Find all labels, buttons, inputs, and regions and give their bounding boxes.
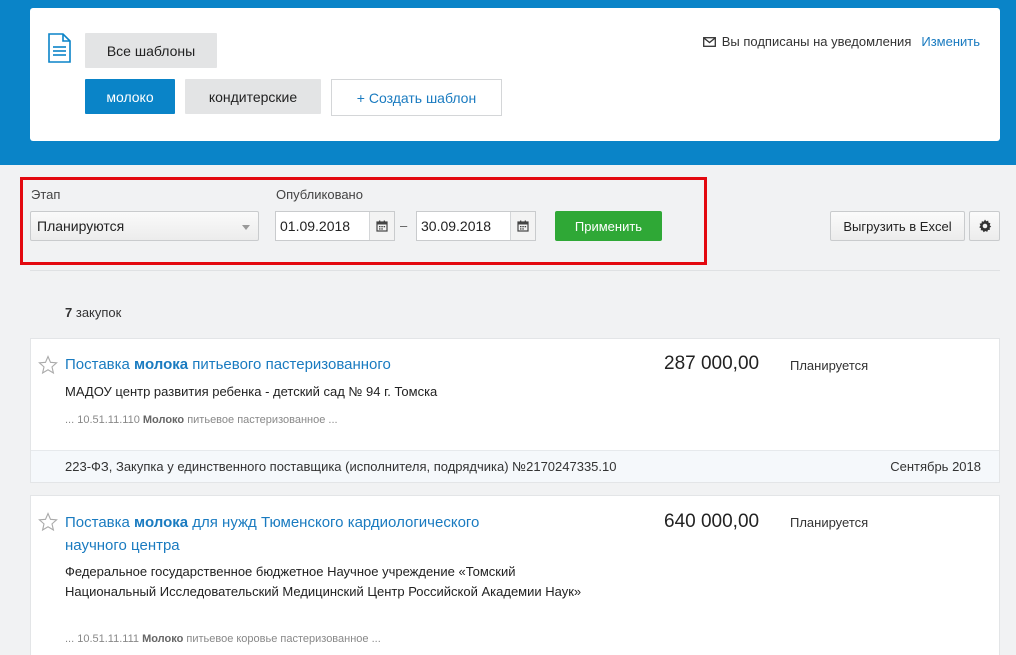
all-templates-button[interactable]: Все шаблоны [85,33,217,68]
purchase-price: 287 000,00 [664,353,760,374]
date-to-field[interactable]: 30.09.2018 [416,211,536,241]
document-icon [48,33,71,63]
purchase-okpd-code: ... 10.51.11.110 Молоко питьевое пастери… [65,414,338,426]
export-excel-button[interactable]: Выгрузить в Excel [830,211,965,241]
divider [30,270,1000,271]
calendar-icon[interactable] [369,212,394,240]
create-template-button[interactable]: + Создать шаблон [331,79,502,116]
purchase-status: Планируется [790,358,869,373]
results-count-text: закупок [75,305,122,320]
results-count: 7 закупок [65,305,121,320]
purchase-law-info: 223-ФЗ, Закупка у единственного поставщи… [65,459,617,474]
purchase-title-link[interactable]: Поставка молока питьевого пастеризованно… [65,353,625,376]
mail-icon [702,36,716,47]
stage-select-value: Планируются [37,218,125,234]
date-range-separator: – [400,218,408,233]
templates-panel: Все шаблоны молоко кондитерские + Создат… [30,8,1000,141]
date-to-value: 30.09.2018 [421,218,492,234]
settings-button[interactable] [969,211,1000,241]
purchase-month: Сентябрь 2018 [890,459,981,474]
apply-button[interactable]: Применить [555,211,662,241]
chevron-down-icon [242,225,250,230]
template-tag-milk[interactable]: молоко [85,79,175,114]
calendar-icon[interactable] [510,212,535,240]
published-label: Опубликовано [276,187,363,202]
purchase-title-link[interactable]: Поставка молока для нужд Тюменского кард… [65,511,535,557]
star-icon[interactable] [38,512,58,532]
subscription-status: Вы подписаны на уведомления Изменить [702,34,980,49]
purchase-card: Поставка молока питьевого пастеризованно… [30,338,1000,483]
gear-icon [978,219,991,233]
results-count-number: 7 [65,305,73,320]
purchase-okpd-code: ... 10.51.11.111 Молоко питьевое коровье… [65,633,381,645]
purchase-customer: Федеральное государственное бюджетное На… [65,564,582,599]
purchase-price: 640 000,00 [664,511,760,532]
subscription-text: Вы подписаны на уведомления [721,34,912,49]
template-tag-confectionery[interactable]: кондитерские [185,79,321,114]
change-subscription-link[interactable]: Изменить [921,34,980,49]
star-icon[interactable] [38,355,58,375]
purchase-card: Поставка молока для нужд Тюменского кард… [30,495,1000,655]
stage-label: Этап [31,187,61,202]
date-from-field[interactable]: 01.09.2018 [275,211,395,241]
purchase-card-footer: 223-ФЗ, Закупка у единственного поставщи… [31,450,999,482]
stage-select[interactable]: Планируются [30,211,259,241]
date-from-value: 01.09.2018 [280,218,351,234]
purchase-customer: МАДОУ центр развития ребенка - детский с… [65,384,438,399]
purchase-status: Планируется [790,515,869,530]
